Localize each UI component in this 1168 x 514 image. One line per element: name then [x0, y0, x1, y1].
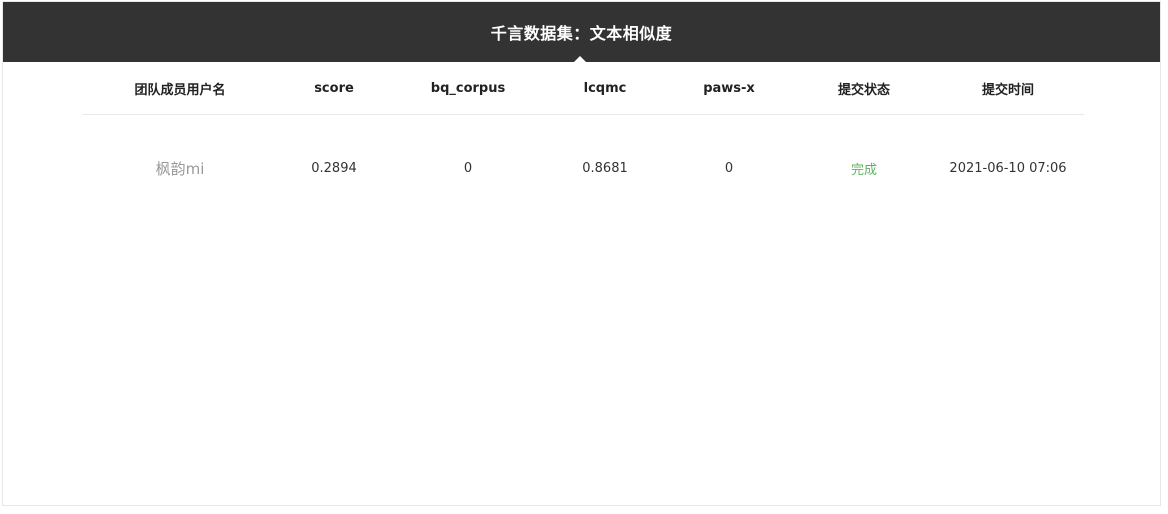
column-header-status: 提交状态 — [837, 82, 890, 98]
title-bar: 千言数据集：文本相似度 — [3, 2, 1160, 62]
cell-username: 枫韵mi — [155, 159, 205, 178]
cell-paws-x: 0 — [724, 160, 734, 176]
cell-lcqmc: 0.8681 — [582, 160, 628, 176]
column-header-bq-corpus: bq_corpus — [430, 80, 506, 96]
page-title: 千言数据集：文本相似度 — [490, 24, 673, 43]
cell-status-badge: 完成 — [850, 162, 877, 178]
column-header-username: 团队成员用户名 — [134, 82, 226, 98]
cell-bq-corpus: 0 — [463, 160, 473, 176]
results-table: 团队成员用户名 score bq_corpus lcqmc paws-x 提交状… — [83, 62, 1084, 221]
column-header-submit-time: 提交时间 — [981, 82, 1034, 98]
column-header-score: score — [314, 80, 354, 96]
cell-submit-time: 2021-06-10 07:06 — [949, 160, 1067, 176]
column-header-paws-x: paws-x — [703, 80, 755, 96]
table-header-row: 团队成员用户名 score bq_corpus lcqmc paws-x 提交状… — [83, 62, 1084, 115]
cell-score: 0.2894 — [311, 160, 357, 176]
column-header-lcqmc: lcqmc — [583, 80, 627, 96]
leaderboard-panel: 千言数据集：文本相似度 团队成员用户名 score bq_corpus lcqm… — [2, 1, 1161, 506]
table-row: 枫韵mi 0.2894 0 0.8681 0 完成 2021-06-10 07:… — [83, 115, 1084, 221]
